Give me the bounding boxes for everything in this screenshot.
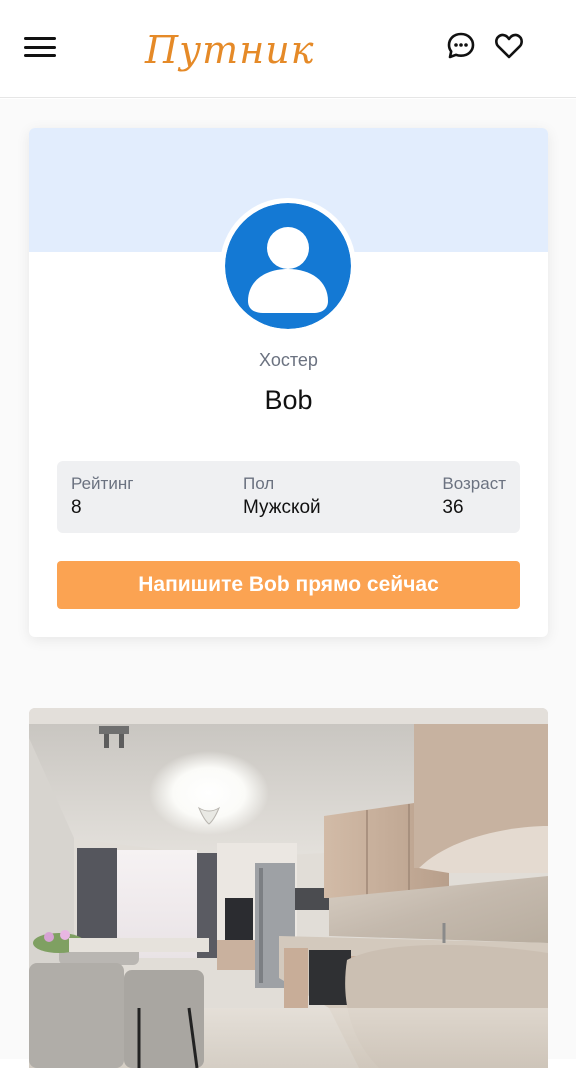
user-avatar-icon [225,203,351,329]
stat-value: Мужской [243,497,321,518]
stat-label: Рейтинг [71,474,134,493]
avatar [220,198,356,334]
stat-gender: Пол Мужской [243,474,321,521]
stat-rating: Рейтинг 8 [71,474,133,521]
logo-text: Путник [145,28,315,72]
chat-bubble-icon[interactable] [445,30,477,62]
stat-label: Возраст [442,474,506,493]
stat-age: Возраст 36 [442,474,506,521]
stat-value: 8 [71,497,82,518]
stat-label: Пол [243,474,275,493]
host-stats-panel: Рейтинг 8 Пол Мужской Возраст 36 [57,461,520,533]
host-role: Хостер [259,350,318,370]
hamburger-menu-icon[interactable] [24,34,56,60]
host-name: Bob [264,385,313,415]
heart-icon[interactable] [493,30,525,62]
page-content: Хостер Bob Рейтинг 8 Пол Мужской Возраст… [0,99,576,1068]
top-header: Путник [0,0,576,98]
host-profile-card: Хостер Bob Рейтинг 8 Пол Мужской Возраст… [29,128,548,637]
site-logo[interactable]: Путник [145,22,335,78]
listing-photo-card[interactable] [29,708,548,1068]
message-host-button[interactable]: Напишите Bob прямо сейчас [57,561,520,609]
stat-value: 36 [442,497,464,518]
apartment-kitchen-living-room-photo [29,708,548,1068]
